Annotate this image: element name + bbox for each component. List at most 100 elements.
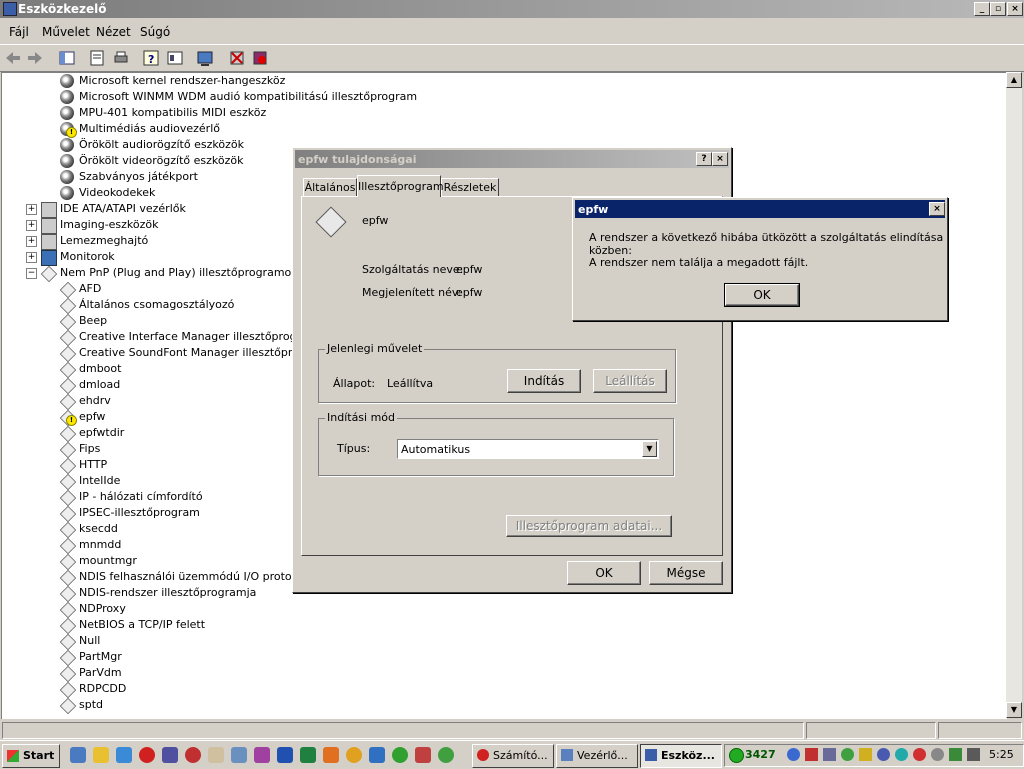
help-icon[interactable]: ? (142, 49, 160, 67)
task-button-device-manager[interactable]: Eszköz... (640, 744, 722, 768)
menu-help[interactable]: Súgó (140, 25, 170, 39)
tray-icon[interactable] (859, 748, 872, 761)
maximize-button[interactable]: ▫ (990, 2, 1006, 16)
app-icon[interactable] (369, 747, 385, 763)
tree-item-label: dmload (79, 378, 121, 391)
app-icon[interactable] (231, 747, 247, 763)
driver-icon (59, 393, 77, 411)
tree-item-label: IP - hálózati címfordító (79, 490, 203, 503)
driver-icon (59, 521, 77, 539)
word-icon[interactable] (277, 747, 293, 763)
menu-file[interactable]: Fájl (9, 25, 29, 39)
forward-arrow-icon[interactable] (26, 49, 44, 67)
media-player-icon[interactable] (93, 747, 109, 763)
startup-type-select[interactable]: Automatikus ▼ (397, 439, 659, 459)
tree-item-label: IPSEC-illesztőprogram (79, 506, 200, 519)
opera-icon[interactable] (139, 747, 155, 763)
tray-icon[interactable] (841, 748, 854, 761)
ok-button[interactable]: OK (567, 561, 641, 585)
app-icon[interactable] (438, 747, 454, 763)
save-icon[interactable] (162, 747, 178, 763)
error-dialog[interactable]: epfw × A rendszer a következő hibába ütk… (572, 197, 948, 321)
task-button-computer[interactable]: Számító... (472, 744, 554, 768)
driver-icon (59, 537, 77, 555)
powerpoint-icon[interactable] (323, 747, 339, 763)
tray-counter: 3427 (745, 748, 776, 761)
uninstall-icon[interactable] (228, 49, 246, 67)
network-status-icon[interactable] (729, 748, 744, 763)
utorrent-icon[interactable] (392, 747, 408, 763)
tray-icon[interactable] (823, 748, 836, 761)
menu-action[interactable]: Művelet (42, 25, 90, 39)
speaker-icon (60, 138, 74, 152)
main-title-bar[interactable]: Eszközkezelő _ ▫ × (0, 0, 1024, 18)
scroll-down-icon[interactable]: ▼ (1006, 702, 1022, 718)
tray-icon[interactable] (877, 748, 890, 761)
menu-view[interactable]: Nézet (96, 25, 131, 39)
tree-item-label: Általános csomagosztályozó (79, 298, 235, 311)
control-panel-icon (561, 749, 573, 761)
ie-icon[interactable] (116, 747, 132, 763)
state-label: Állapot: (333, 377, 376, 390)
task-button-control-panel[interactable]: Vezérlő... (556, 744, 638, 768)
paint-icon[interactable] (254, 747, 270, 763)
cancel-button[interactable]: Mégse (649, 561, 723, 585)
app-icon[interactable] (185, 747, 201, 763)
expand-toggle-icon[interactable]: + (26, 204, 37, 215)
properties-title-bar[interactable]: epfw tulajdonságai ? × (295, 150, 729, 168)
tab-general[interactable]: Általános (303, 178, 357, 197)
error-ok-button[interactable]: OK (724, 283, 800, 307)
tree-item-label: MPU-401 kompatibilis MIDI eszköz (79, 106, 267, 119)
expand-toggle-icon[interactable]: + (26, 252, 37, 263)
clock-icon[interactable] (346, 747, 362, 763)
tree-item-label: Null (79, 634, 101, 647)
minimize-button[interactable]: _ (974, 2, 990, 16)
speaker-icon (60, 90, 74, 104)
back-arrow-icon[interactable] (4, 49, 22, 67)
tree-item-label: Videokodekek (79, 186, 156, 199)
close-button[interactable]: × (712, 152, 728, 166)
print-icon[interactable] (112, 49, 130, 67)
tab-details[interactable]: Részletek (441, 178, 499, 197)
controller-icon (41, 202, 57, 218)
driver-icon (59, 473, 77, 491)
scroll-up-icon[interactable]: ▲ (1006, 72, 1022, 88)
excel-icon[interactable] (300, 747, 316, 763)
tree-item-label: Örökölt audiorögzítő eszközök (79, 138, 244, 151)
shield-icon[interactable] (805, 748, 818, 761)
close-button[interactable]: × (929, 202, 945, 216)
tree-item-label: PartMgr (79, 650, 122, 663)
tray-icon[interactable] (787, 748, 800, 761)
vertical-scrollbar[interactable]: ▲ ▼ (1006, 72, 1022, 718)
app-icon[interactable] (415, 747, 431, 763)
app-icon[interactable] (208, 747, 224, 763)
tray-icon[interactable] (895, 748, 908, 761)
task-label: Eszköz... (661, 749, 715, 762)
device-manager-icon (645, 749, 657, 761)
start-button[interactable]: Indítás (507, 369, 581, 393)
driver-icon (59, 585, 77, 603)
tray-icon[interactable] (949, 748, 962, 761)
tray-icon[interactable] (931, 748, 944, 761)
tab-driver[interactable]: Illesztőprogram (357, 175, 444, 197)
driver-details-button[interactable]: Illesztőprogram adatai... (506, 515, 672, 537)
expand-toggle-icon[interactable]: + (26, 236, 37, 247)
close-button[interactable]: × (1007, 2, 1023, 16)
volume-icon[interactable] (967, 748, 980, 761)
driver-icon (59, 633, 77, 651)
properties-icon[interactable] (88, 49, 106, 67)
help-button[interactable]: ? (696, 152, 712, 166)
tray-icon[interactable] (913, 748, 926, 761)
show-desktop-icon[interactable] (70, 747, 86, 763)
start-button[interactable]: Start (2, 744, 60, 768)
disable-icon[interactable] (251, 49, 269, 67)
stop-button[interactable]: Leállítás (593, 369, 667, 393)
error-title-bar[interactable]: epfw × (575, 200, 945, 218)
chevron-down-icon[interactable]: ▼ (642, 441, 657, 457)
expand-toggle-icon[interactable]: + (26, 220, 37, 231)
expand-toggle-icon[interactable]: − (26, 268, 37, 279)
show-hide-tree-icon[interactable] (58, 49, 76, 67)
tree-item-label: Creative Interface Manager illesztőprogr… (79, 330, 319, 343)
view-icon[interactable] (166, 49, 184, 67)
scan-hardware-icon[interactable] (196, 49, 214, 67)
